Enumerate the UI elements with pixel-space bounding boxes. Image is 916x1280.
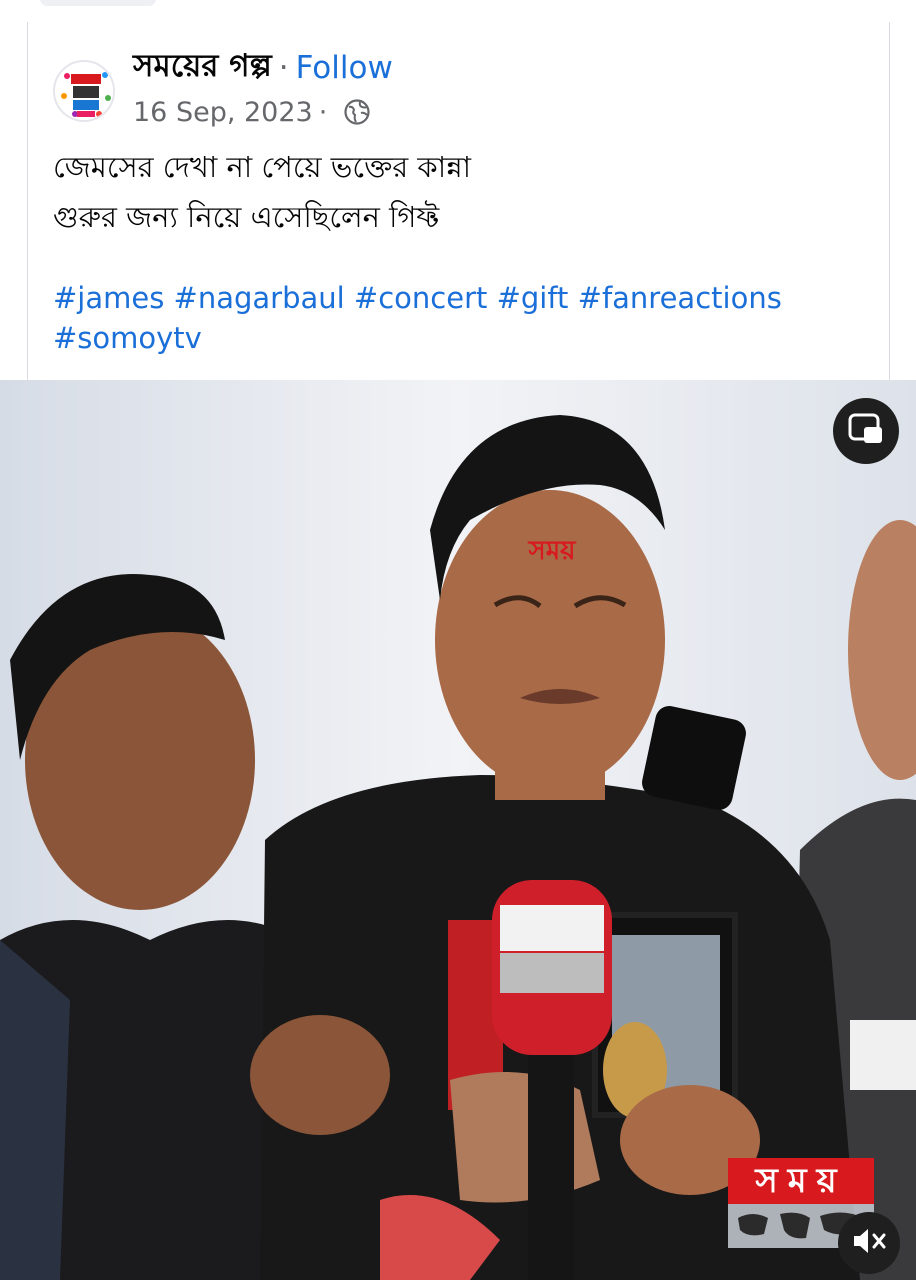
channel-logo-text: সময় <box>728 1158 874 1204</box>
post-meta: 16 Sep, 2023 · <box>133 95 371 129</box>
picture-in-picture-button[interactable] <box>833 398 899 464</box>
page-name[interactable]: সময়ের গল্প <box>133 42 272 94</box>
mute-button[interactable] <box>838 1212 900 1274</box>
meta-separator: · <box>318 96 328 128</box>
hashtags: #james #nagarbaul #concert #gift #fanrea… <box>53 278 853 358</box>
page-avatar[interactable] <box>53 60 115 122</box>
video-frame <box>0 380 916 1280</box>
volume-muted-icon <box>851 1226 887 1260</box>
post-text: জেমসের দেখা না পেয়ে ভক্তের কান্না গুরুর… <box>53 142 471 242</box>
header-separator: · <box>278 50 289 86</box>
mic-label: সময় <box>528 536 576 566</box>
hashtag-line[interactable]: #james #nagarbaul #concert #gift #fanrea… <box>53 278 853 318</box>
globe-icon <box>343 98 371 126</box>
post-text-line: গুরুর জন্য নিয়ে এসেছিলেন গিফ্ট <box>53 200 440 234</box>
post-header: সময়ের গল্প · Follow <box>133 48 393 88</box>
hashtag-line[interactable]: #somoytv <box>53 318 853 358</box>
video-player[interactable]: সময় <box>0 380 916 1280</box>
top-pill <box>40 0 156 6</box>
post-text-line: জেমসের দেখা না পেয়ে ভক্তের কান্না <box>53 150 472 184</box>
post-date[interactable]: 16 Sep, 2023 <box>133 97 313 128</box>
follow-button[interactable]: Follow <box>296 50 393 86</box>
picture-in-picture-icon <box>848 413 884 449</box>
